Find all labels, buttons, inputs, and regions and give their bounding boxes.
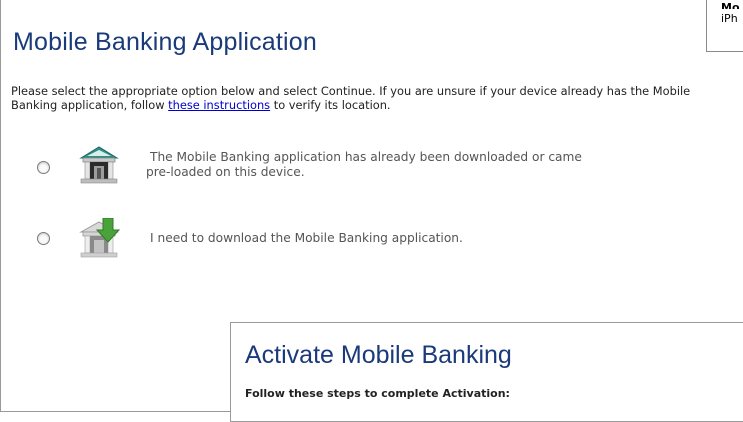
intro-line-1: Please select the appropriate option bel… (11, 84, 691, 98)
option-already-downloaded-label: The Mobile Banking application has alrea… (146, 150, 582, 180)
corner-card-line-1: Mo (721, 1, 740, 9)
option-1-line-2: pre-loaded on this device. (146, 165, 305, 179)
option-need-download[interactable]: I need to download the Mobile Banking ap… (1, 218, 743, 262)
dialog-subtitle: Follow these steps to complete Activatio… (245, 387, 510, 400)
corner-card-line-2: iPh (721, 12, 738, 25)
bank-download-icon (79, 218, 121, 258)
option-need-download-label: I need to download the Mobile Banking ap… (150, 231, 463, 245)
intro-text: Please select the appropriate option bel… (11, 84, 743, 112)
option-already-downloaded[interactable]: The Mobile Banking application has alrea… (1, 144, 743, 188)
dialog-title: Activate Mobile Banking (245, 341, 512, 369)
intro-line-2: Banking application, follow (11, 98, 169, 112)
activate-dialog: Activate Mobile Banking Follow these ste… (230, 322, 743, 422)
instructions-link[interactable]: these instructions (168, 98, 270, 112)
intro-line-2-end: to verify its location. (270, 98, 391, 112)
radio-already-downloaded[interactable] (37, 161, 50, 174)
bank-building-icon (79, 146, 119, 184)
radio-need-download[interactable] (37, 232, 50, 245)
page-title: Mobile Banking Application (13, 28, 318, 56)
mobile-banking-panel: Mobile Banking Application Please select… (0, 0, 743, 422)
corner-info-card: Mo iPh (706, 0, 743, 52)
option-1-line-1: The Mobile Banking application has alrea… (150, 150, 582, 164)
